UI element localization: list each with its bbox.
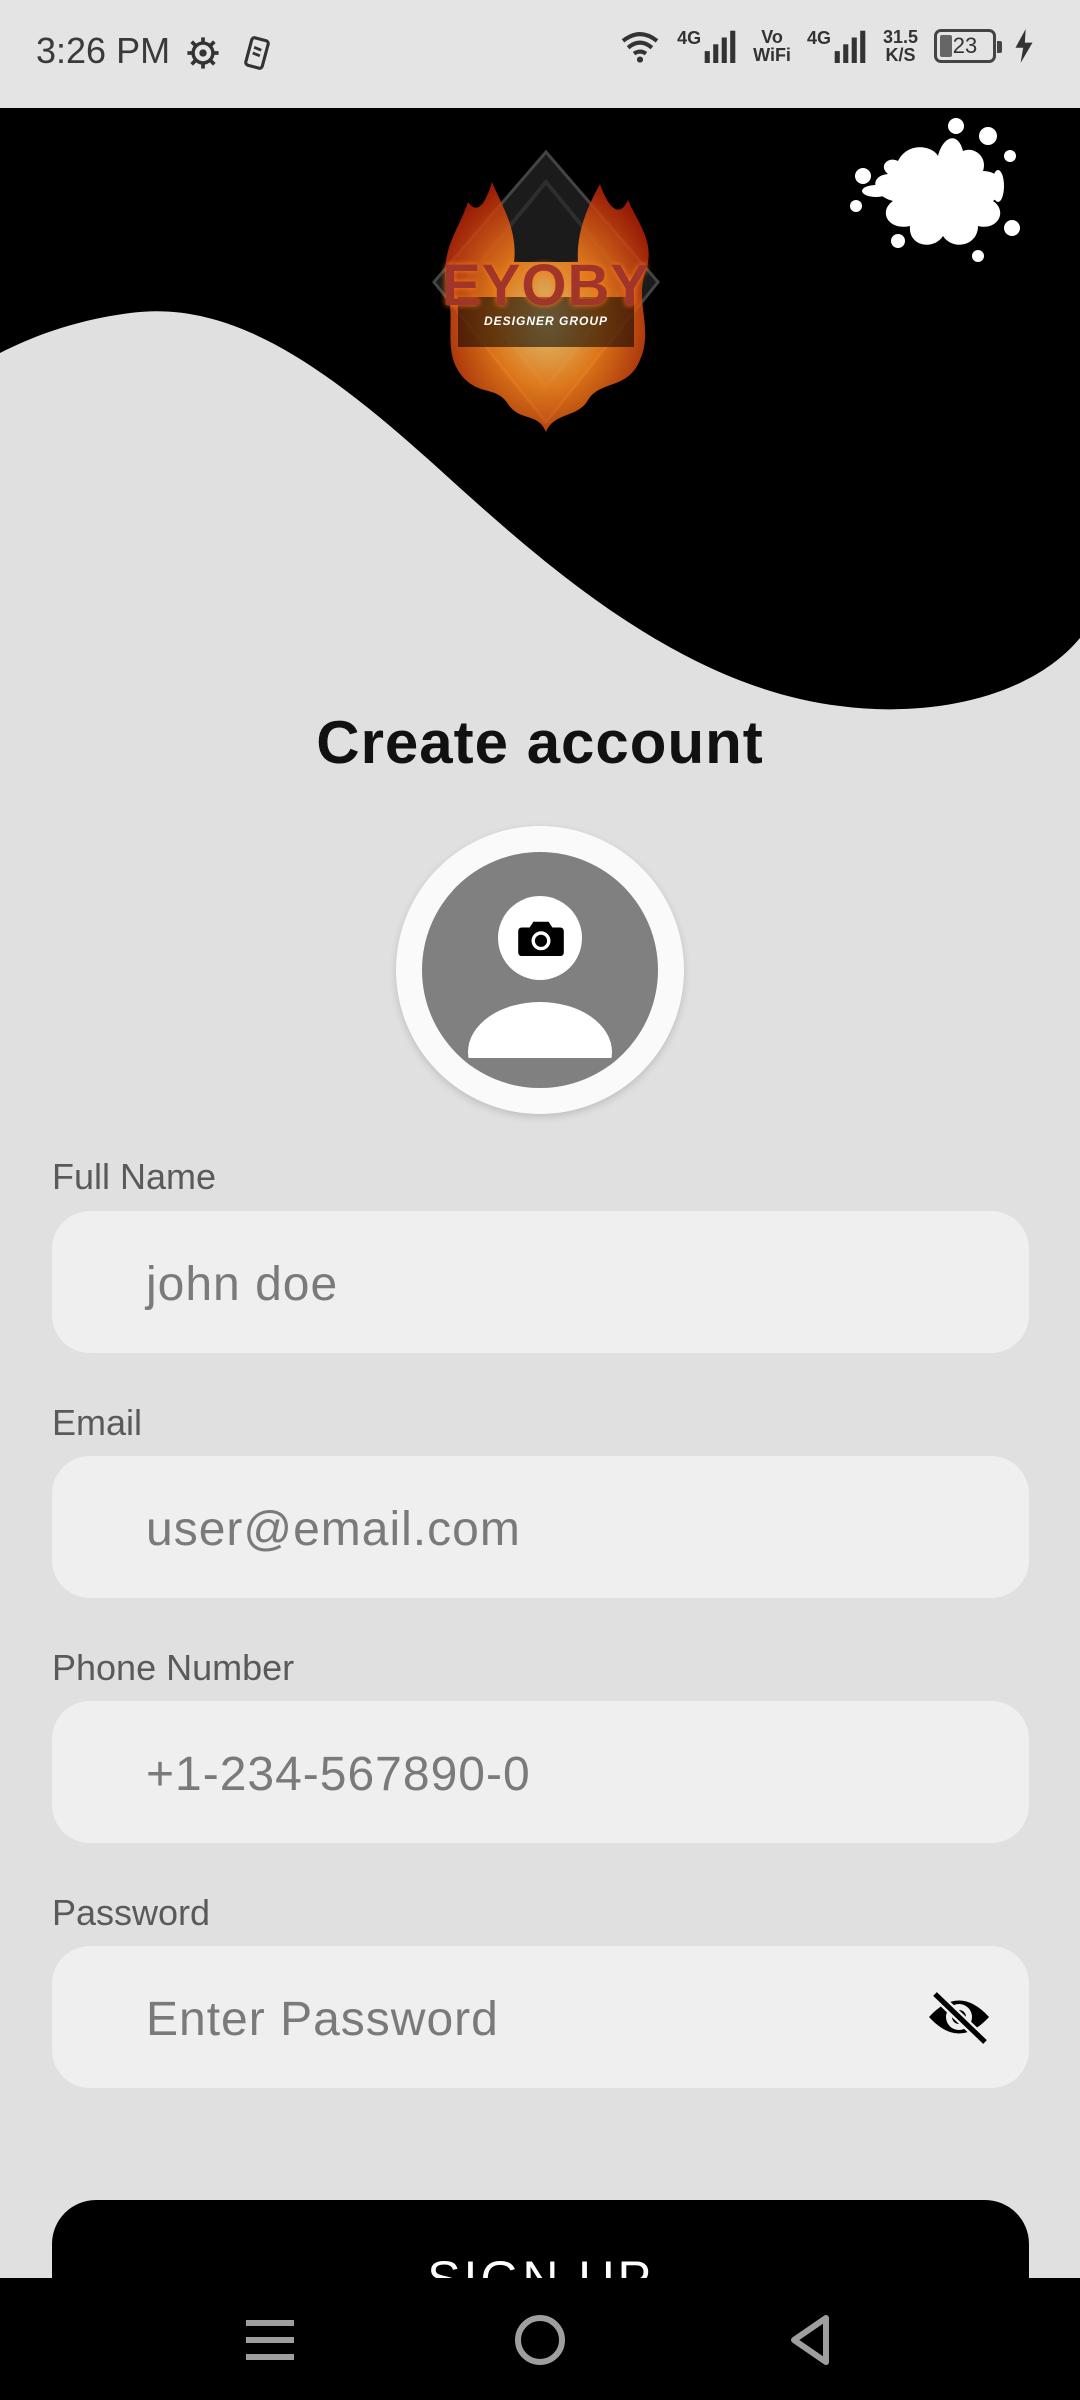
avatar-placeholder	[422, 852, 658, 1088]
avatar-picker[interactable]	[396, 826, 684, 1114]
full-name-placeholder: john doe	[146, 1258, 339, 1311]
signal-icon-1	[704, 30, 736, 63]
volte-label: Vo	[761, 27, 783, 47]
menu-icon[interactable]	[238, 2308, 302, 2372]
settings-icon	[187, 37, 219, 69]
notification-icon	[244, 36, 270, 70]
status-bar: 3:26 PM 4G Vo WiFi 4G 31.5 K/S 23	[0, 0, 1080, 108]
volte-indicator: Vo WiFi	[753, 28, 791, 64]
home-icon[interactable]	[508, 2308, 572, 2372]
camera-icon[interactable]	[518, 918, 564, 956]
full-name-label: Full Name	[52, 1156, 217, 1197]
eye-off-icon[interactable]	[925, 1988, 993, 2046]
logo-subtitle: DESIGNER GROUP	[483, 314, 608, 328]
speed-value: 31.5	[882, 27, 918, 47]
signal-icon-2	[834, 30, 866, 63]
email-placeholder: user@email.com	[146, 1503, 521, 1556]
speed-unit: K/S	[885, 45, 916, 65]
logo-title: EYOBY	[441, 253, 651, 318]
password-placeholder: Enter Password	[146, 1993, 499, 2046]
wifi-call-label: WiFi	[753, 45, 791, 65]
page-title: Create account	[316, 709, 764, 776]
phone-label: Phone Number	[52, 1647, 295, 1688]
status-left-icons	[186, 36, 272, 70]
battery-icon: 23	[934, 29, 1002, 63]
password-field[interactable]: Enter Password	[52, 1946, 1029, 2088]
user-silhouette-icon	[462, 896, 618, 1088]
back-icon[interactable]	[778, 2308, 842, 2372]
network-speed: 31.5 K/S	[883, 28, 918, 64]
battery-level: 23	[952, 33, 978, 58]
status-right-icons: 4G Vo WiFi 4G 31.5 K/S 23	[619, 28, 1036, 64]
charging-icon	[1015, 29, 1033, 63]
full-name-field[interactable]: john doe	[52, 1211, 1029, 1353]
phone-field[interactable]: +1-234-567890-0	[52, 1701, 1029, 1843]
network-type-2: 4G	[806, 28, 831, 48]
password-label: Password	[52, 1892, 211, 1933]
paint-splash-icon[interactable]	[838, 116, 1026, 266]
wifi-icon	[621, 32, 659, 63]
phone-placeholder: +1-234-567890-0	[146, 1748, 531, 1801]
network-type-1: 4G	[677, 28, 702, 48]
status-time: 3:26 PM	[36, 30, 171, 71]
email-field[interactable]: user@email.com	[52, 1456, 1029, 1598]
create-account-screen: 3:26 PM 4G Vo WiFi 4G 31.5 K/S 23 EYOBY …	[0, 0, 1080, 2400]
email-label: Email	[52, 1402, 143, 1443]
navigation-bar	[0, 2278, 1080, 2400]
logo: EYOBY DESIGNER GROUP	[428, 142, 664, 442]
